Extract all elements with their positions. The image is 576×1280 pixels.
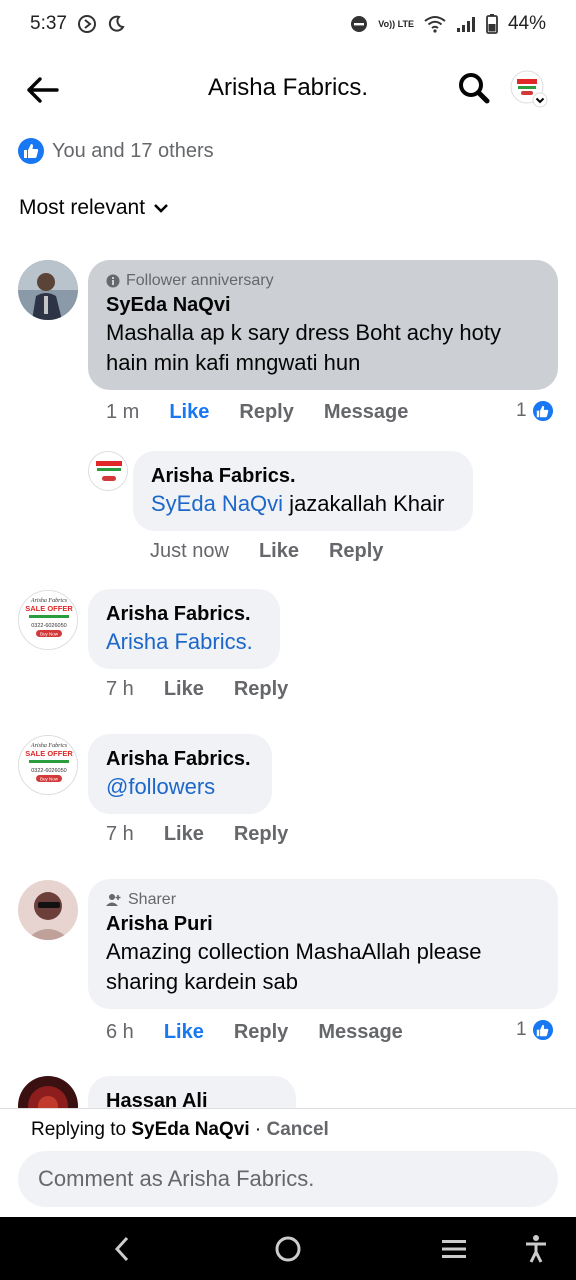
comment-author[interactable]: Arisha Fabrics. <box>106 746 254 772</box>
sort-dropdown[interactable]: Most relevant <box>19 196 169 220</box>
message-button[interactable]: Message <box>318 1021 403 1044</box>
sort-label: Most relevant <box>19 196 146 219</box>
badge-sharer: Sharer <box>106 891 540 909</box>
chevron-down-icon <box>154 204 168 213</box>
nav-accessibility-button[interactable] <box>518 1231 554 1267</box>
like-button[interactable]: Like <box>164 678 204 701</box>
reactions-summary-text: You and 17 others <box>52 139 214 162</box>
battery-percent: 44% <box>507 13 546 34</box>
like-button[interactable]: Like <box>169 401 209 424</box>
avatar[interactable] <box>88 451 128 491</box>
comment-actions: 6 h Like Reply Message <box>106 1021 433 1044</box>
profile-switcher[interactable] <box>510 70 548 108</box>
comment-author[interactable]: Arisha Puri <box>106 911 540 937</box>
nav-home-button[interactable] <box>270 1231 306 1267</box>
info-icon <box>106 274 120 288</box>
comment-actions: 7 h Like Reply <box>106 823 318 846</box>
reply-button[interactable]: Reply <box>234 678 288 701</box>
comment-bubble[interactable]: Sharer Arisha Puri Amazing collection Ma… <box>88 879 558 1009</box>
like-button[interactable]: Like <box>164 823 204 846</box>
search-icon <box>459 73 490 104</box>
accessibility-icon <box>526 1235 546 1263</box>
comment-bubble[interactable]: Follower anniversary SyEda NaQvi Mashall… <box>88 260 558 390</box>
search-button[interactable] <box>454 68 494 108</box>
svg-text:Buy Now: Buy Now <box>40 777 59 782</box>
comment-actions: 7 h Like Reply <box>106 678 318 701</box>
message-button[interactable]: Message <box>324 401 409 424</box>
thumbs-up-icon <box>530 1018 555 1042</box>
volte-icon: Vo)) LTE <box>378 18 414 29</box>
app-bar: Arisha Fabrics. <box>0 52 576 124</box>
status-bar: 5:37 Vo)) LTE 44% <box>0 0 576 48</box>
mention-link[interactable]: SyEda NaQvi <box>151 491 283 516</box>
comment-text: SyEda NaQvi jazakallah Khair <box>151 491 445 516</box>
battery-icon <box>486 14 498 34</box>
avatar[interactable]: Arisha Fabrics SALE OFFER 0322-6026050 Buy … <box>18 735 78 795</box>
comment-actions: Just now Like Reply <box>150 540 413 563</box>
page-avatar-icon <box>510 70 548 108</box>
avatar[interactable] <box>18 260 78 320</box>
comment-author[interactable]: Arisha Fabrics. <box>151 463 455 489</box>
thumbs-up-icon <box>18 138 44 164</box>
svg-text:SALE OFFER: SALE OFFER <box>25 604 73 613</box>
reply-button[interactable]: Reply <box>239 401 293 424</box>
wifi-icon <box>424 15 446 33</box>
reply-button[interactable]: Reply <box>234 823 288 846</box>
like-button[interactable]: Like <box>259 540 299 563</box>
comment-bubble[interactable]: Arisha Fabrics. @followers <box>88 734 272 814</box>
comment-text: Amazing collection MashaAllah please sha… <box>106 939 482 994</box>
avatar[interactable] <box>18 880 78 940</box>
svg-text:Buy Now: Buy Now <box>40 632 59 637</box>
nav-back-button[interactable] <box>104 1231 140 1267</box>
mention-link[interactable]: @followers <box>106 772 254 802</box>
comment-time[interactable]: Just now <box>150 540 229 563</box>
person-add-icon <box>106 894 121 906</box>
status-time: 5:37 <box>30 13 67 34</box>
reactions-summary[interactable]: You and 17 others <box>18 138 214 164</box>
comment-reaction-count[interactable]: 1 <box>516 399 555 423</box>
data-saver-icon <box>77 14 97 34</box>
reply-composer: Replying to SyEda NaQvi · Cancel Comment… <box>0 1108 576 1218</box>
comment-bubble[interactable]: Arisha Fabrics. SyEda NaQvi jazakallah K… <box>133 451 473 531</box>
comment-time[interactable]: 7 h <box>106 823 134 846</box>
comment-time[interactable]: 6 h <box>106 1021 134 1044</box>
menu-lines-icon <box>442 1240 466 1258</box>
replying-to-indicator: Replying to SyEda NaQvi · Cancel <box>31 1119 329 1140</box>
comment-actions: 1 m Like Reply Message <box>106 401 438 424</box>
badge-follower-anniversary: Follower anniversary <box>106 272 540 290</box>
reply-button[interactable]: Reply <box>329 540 383 563</box>
svg-text:SALE OFFER: SALE OFFER <box>25 749 73 758</box>
system-nav-bar <box>0 1217 576 1280</box>
avatar[interactable]: Arisha Fabrics SALE OFFER 0322-6026050 Buy … <box>18 590 78 650</box>
comment-author[interactable]: Arisha Fabrics. <box>106 601 262 627</box>
svg-text:0322-6026050: 0322-6026050 <box>31 623 66 629</box>
comment-text: Mashalla ap k sary dress Boht achy hoty … <box>106 320 501 375</box>
circle-home-icon <box>275 1236 301 1262</box>
night-mode-icon <box>107 15 125 33</box>
reply-button[interactable]: Reply <box>234 1021 288 1044</box>
comment-input[interactable]: Comment as Arisha Fabrics. <box>18 1151 558 1207</box>
thumbs-up-icon <box>530 399 555 423</box>
chevron-left-icon <box>114 1236 129 1262</box>
signal-icon <box>456 15 476 33</box>
mention-link[interactable]: Arisha Fabrics. <box>106 627 262 657</box>
comment-time[interactable]: 7 h <box>106 678 134 701</box>
do-not-disturb-icon <box>350 15 368 33</box>
svg-text:0322-6026050: 0322-6026050 <box>31 768 66 774</box>
comment-bubble[interactable]: Arisha Fabrics. Arisha Fabrics. <box>88 589 280 669</box>
like-button[interactable]: Like <box>164 1021 204 1044</box>
nav-recents-button[interactable] <box>436 1231 472 1267</box>
reply-target: SyEda NaQvi <box>131 1119 250 1140</box>
comment-time[interactable]: 1 m <box>106 401 139 424</box>
comment-reaction-count[interactable]: 1 <box>516 1018 555 1042</box>
comment-author[interactable]: SyEda NaQvi <box>106 292 540 318</box>
cancel-reply-button[interactable]: Cancel <box>267 1119 329 1140</box>
